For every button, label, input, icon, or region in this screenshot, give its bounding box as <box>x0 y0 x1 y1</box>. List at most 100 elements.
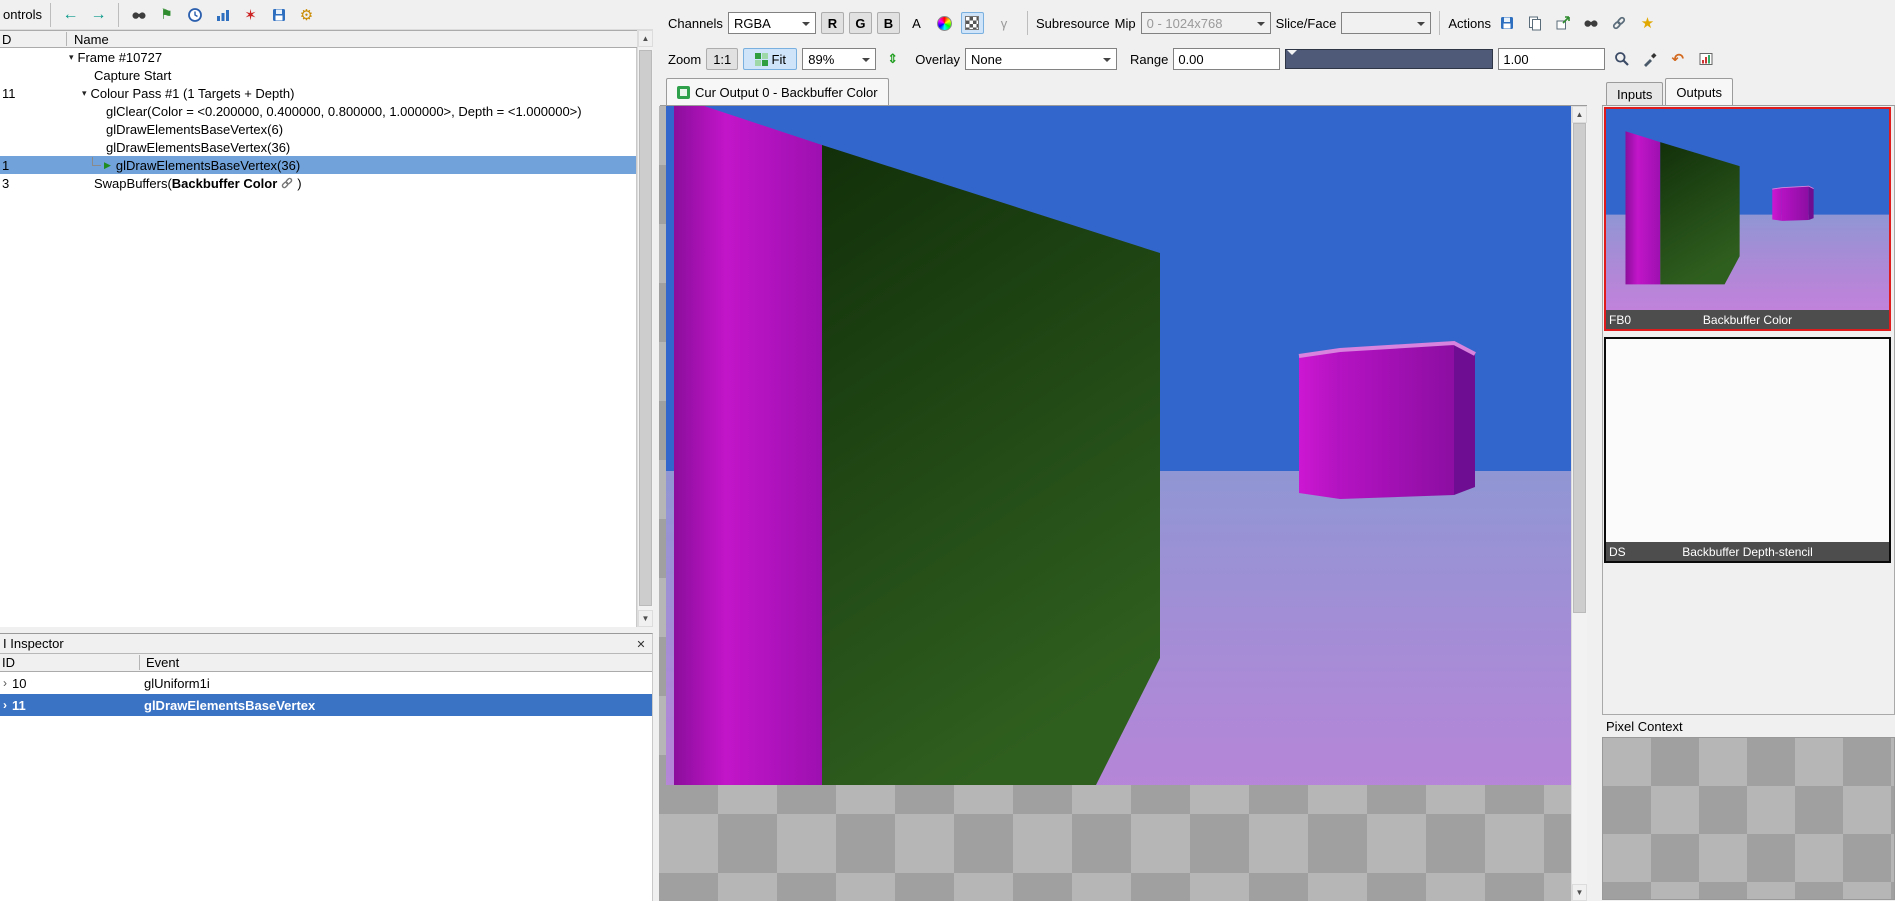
thumbnail-name: Backbuffer Depth-stencil <box>1682 544 1813 559</box>
find-texture-button[interactable] <box>1580 12 1603 34</box>
range-slider[interactable] <box>1285 49 1494 69</box>
bookmark-button[interactable]: ⚑ <box>155 4 178 26</box>
thumbnail-backbuffer-depth[interactable]: DS Backbuffer Depth-stencil <box>1604 337 1891 563</box>
expand-chevron-icon[interactable]: › <box>0 698 12 712</box>
texture-viewport[interactable]: ▲ ▼ <box>659 106 1587 901</box>
tree-row-draw-36-selected[interactable]: 1 ▶ glDrawElementsBaseVertex(36) <box>0 156 636 174</box>
tree-row-swapbuffers[interactable]: 3 SwapBuffers( Backbuffer Color ) <box>0 174 636 192</box>
custom-channels-button[interactable] <box>933 12 956 34</box>
floppy-disk-icon <box>272 8 285 21</box>
channel-alpha-button[interactable]: A <box>905 12 928 34</box>
event-browser-toolbar-label: ontrols <box>3 7 43 22</box>
range-min-input[interactable] <box>1173 48 1281 70</box>
tree-row-frame[interactable]: ▾ Frame #10727 <box>0 48 636 66</box>
tab-inputs[interactable]: Inputs <box>1606 82 1664 105</box>
follow-link-button[interactable] <box>1608 12 1631 34</box>
flip-y-button[interactable]: ⇕ <box>881 48 904 70</box>
expand-chevron-icon[interactable]: › <box>0 676 12 690</box>
slice-face-select[interactable] <box>1341 12 1432 34</box>
scrollbar-thumb[interactable] <box>639 50 652 606</box>
tree-row-capture-start[interactable]: Capture Start <box>0 66 636 84</box>
nav-forward-button[interactable]: → <box>87 4 110 26</box>
row-label: Colour Pass #1 (1 Targets + Depth) <box>90 85 295 101</box>
link-icon <box>281 177 293 189</box>
stats-button[interactable] <box>211 4 234 26</box>
channel-red-button[interactable]: R <box>820 12 844 34</box>
gamma-button[interactable]: γ <box>989 12 1019 34</box>
api-inspector-panel: I Inspector ✕ ID Event › 10 glUniform1i … <box>0 633 653 901</box>
scroll-up-button[interactable]: ▲ <box>1572 106 1587 123</box>
zoom-range-button[interactable] <box>1610 48 1633 70</box>
depth-stencil-preview <box>1606 339 1889 542</box>
channel-green-button[interactable]: G <box>848 12 872 34</box>
range-slider-handle[interactable] <box>1287 50 1298 60</box>
nav-back-button[interactable]: ← <box>59 4 82 26</box>
toolbar-separator <box>50 2 52 27</box>
channel-blue-button[interactable]: B <box>876 12 900 34</box>
row-label: glClear(Color = <0.200000, 0.400000, 0.8… <box>106 103 582 119</box>
zoom-1to1-button[interactable]: 1:1 <box>706 48 739 70</box>
tree-row-glclear[interactable]: glClear(Color = <0.200000, 0.400000, 0.8… <box>0 102 636 120</box>
save-capture-button[interactable] <box>267 4 290 26</box>
histogram-button[interactable] <box>1694 48 1717 70</box>
collapse-icon[interactable]: ▾ <box>69 52 74 63</box>
autofit-picker-button[interactable] <box>1638 48 1661 70</box>
row-label: Frame #10727 <box>77 49 163 65</box>
channels-value: RGBA <box>733 15 771 31</box>
copy-button[interactable] <box>1524 12 1547 34</box>
tab-inputs-label: Inputs <box>1617 86 1653 102</box>
open-texture-button[interactable] <box>1552 12 1575 34</box>
scroll-up-icon: ▲ <box>1575 110 1584 119</box>
column-eid: D <box>2 32 12 47</box>
tree-row-draw-6[interactable]: glDrawElementsBaseVertex(6) <box>0 120 636 138</box>
channels-select[interactable]: RGBA <box>727 12 816 34</box>
fit-button[interactable]: Fit <box>743 48 798 70</box>
range-max-input[interactable] <box>1498 48 1606 70</box>
column-divider[interactable] <box>66 32 67 46</box>
toolbar-separator <box>1026 11 1028 35</box>
binoculars-icon <box>132 11 146 19</box>
tab-cur-output[interactable]: Cur Output 0 - Backbuffer Color <box>666 78 889 105</box>
thumbnail-slot: DS <box>1609 544 1626 559</box>
event-browser-scrollbar[interactable]: ▲ ▼ <box>637 30 653 627</box>
row-label: glDrawElementsBaseVertex(6) <box>106 121 284 137</box>
find-event-button[interactable] <box>127 4 150 26</box>
rendered-texture[interactable] <box>666 106 1571 785</box>
api-row-gldrawelements[interactable]: › 11 glDrawElementsBaseVertex <box>0 694 652 716</box>
close-icon: ✕ <box>636 638 646 651</box>
io-tabbar: Inputs Outputs <box>1602 78 1895 106</box>
scroll-down-button[interactable]: ▼ <box>1572 884 1587 901</box>
mip-select[interactable]: 0 - 1024x768 <box>1140 12 1271 34</box>
column-divider[interactable] <box>139 655 140 670</box>
tree-row-draw-36[interactable]: glDrawElementsBaseVertex(36) <box>0 138 636 156</box>
floppy-disk-icon <box>1501 17 1514 29</box>
thumbnail-backbuffer-color[interactable]: FB0 Backbuffer Color <box>1604 107 1891 331</box>
gear-icon: ⚙ <box>299 6 314 24</box>
zoom-select[interactable]: 89% <box>802 48 877 70</box>
row-eid: 3 <box>2 175 10 191</box>
save-texture-button[interactable] <box>1496 12 1519 34</box>
settings-button[interactable]: ⚙ <box>295 4 318 26</box>
scroll-up-button[interactable]: ▲ <box>638 30 653 47</box>
close-button[interactable]: ✕ <box>633 636 649 652</box>
collapse-icon[interactable]: ▾ <box>82 88 87 99</box>
asterisk-button[interactable]: ✶ <box>239 4 262 26</box>
link-icon <box>1613 16 1626 30</box>
texture-scrollbar[interactable]: ▲ ▼ <box>1571 106 1587 901</box>
scroll-down-button[interactable]: ▼ <box>638 610 653 627</box>
api-row-gluniform[interactable]: › 10 glUniform1i <box>0 672 652 694</box>
scrollbar-thumb[interactable] <box>1573 123 1586 613</box>
api-inspector-titlebar[interactable]: I Inspector ✕ <box>0 634 652 654</box>
pixel-context-title: Pixel Context <box>1602 717 1895 735</box>
actions-label: Actions <box>1448 15 1491 31</box>
gamma-icon: γ <box>1000 15 1008 31</box>
time-draws-button[interactable] <box>183 4 206 26</box>
row-label: Capture Start <box>94 67 172 83</box>
reset-range-button[interactable]: ↶ <box>1666 48 1689 70</box>
favorite-button[interactable]: ★ <box>1636 12 1659 34</box>
pixel-context-label: Pixel Context <box>1606 718 1683 734</box>
checkerboard-background-button[interactable] <box>960 12 984 34</box>
overlay-select[interactable]: None <box>965 48 1118 70</box>
tree-row-colour-pass[interactable]: 11 ▾ Colour Pass #1 (1 Targets + Depth) <box>0 84 636 102</box>
tab-outputs[interactable]: Outputs <box>1665 78 1733 105</box>
